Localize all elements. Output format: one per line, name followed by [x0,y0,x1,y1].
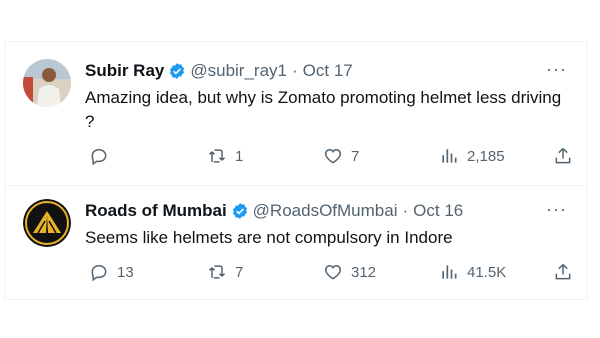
tweet-subir-ray[interactable]: Subir Ray @subir_ray1 · Oct 17 ··· Amazi… [5,42,587,186]
share-icon [555,147,571,164]
heart-icon [324,148,342,164]
verified-badge-icon [232,203,247,219]
verified-badge-icon [170,63,185,79]
reply-thread-card: Subir Ray @subir_ray1 · Oct 17 ··· Amazi… [4,41,588,300]
like-count: 312 [351,263,377,281]
heart-icon [324,264,342,280]
views-chart-icon [442,149,457,163]
tweet-actions: 13 7 312 41.5K [85,262,575,284]
avatar[interactable] [23,199,71,247]
reply-icon [91,148,107,166]
more-options-icon[interactable]: ··· [546,199,567,220]
share-icon [555,263,571,280]
view-count: 2,185 [467,147,505,165]
retweet-icon [208,149,226,163]
display-name[interactable]: Roads of Mumbai [85,201,227,221]
user-handle[interactable]: @subir_ray1 [190,61,287,81]
tweet-text: Seems like helmets are not compulsory in… [85,228,453,247]
share-button[interactable] [553,146,573,166]
display-name[interactable]: Subir Ray [85,61,164,81]
retweet-button[interactable]: 1 [207,146,243,166]
tweet-date[interactable]: Oct 17 [303,61,353,81]
retweet-count: 7 [235,263,244,281]
avatar[interactable] [23,59,71,107]
tweet-actions: 1 7 2,185 [85,146,575,168]
more-options-icon[interactable]: ··· [546,59,567,80]
retweet-icon [208,265,226,279]
tweet-text: Amazing idea, but why is Zomato promotin… [85,88,562,131]
views-chart-icon [442,265,457,279]
retweet-button[interactable]: 7 [207,262,243,282]
views-button[interactable]: 2,185 [439,146,505,166]
like-button[interactable]: 7 [323,146,359,166]
reply-button[interactable] [89,146,117,166]
reply-count: 13 [117,263,134,281]
view-count: 41.5K [467,263,507,281]
like-count: 7 [351,147,360,165]
tweet-roads-of-mumbai[interactable]: Roads of Mumbai @RoadsOfMumbai · Oct 16 … [5,185,587,300]
share-button[interactable] [553,262,573,282]
tweet-header: Subir Ray @subir_ray1 · Oct 17 [85,61,353,81]
reply-icon [91,264,107,282]
retweet-count: 1 [235,147,244,165]
tweet-header: Roads of Mumbai @RoadsOfMumbai · Oct 16 [85,201,463,221]
views-button[interactable]: 41.5K [439,262,506,282]
road-logo-icon [23,199,71,247]
user-handle[interactable]: @RoadsOfMumbai [253,201,398,221]
person-photo-icon [23,59,71,107]
separator-dot: · [292,61,298,80]
tweet-date[interactable]: Oct 16 [413,201,463,221]
separator-dot: · [402,201,409,220]
reply-button[interactable]: 13 [89,262,134,282]
like-button[interactable]: 312 [323,262,376,282]
